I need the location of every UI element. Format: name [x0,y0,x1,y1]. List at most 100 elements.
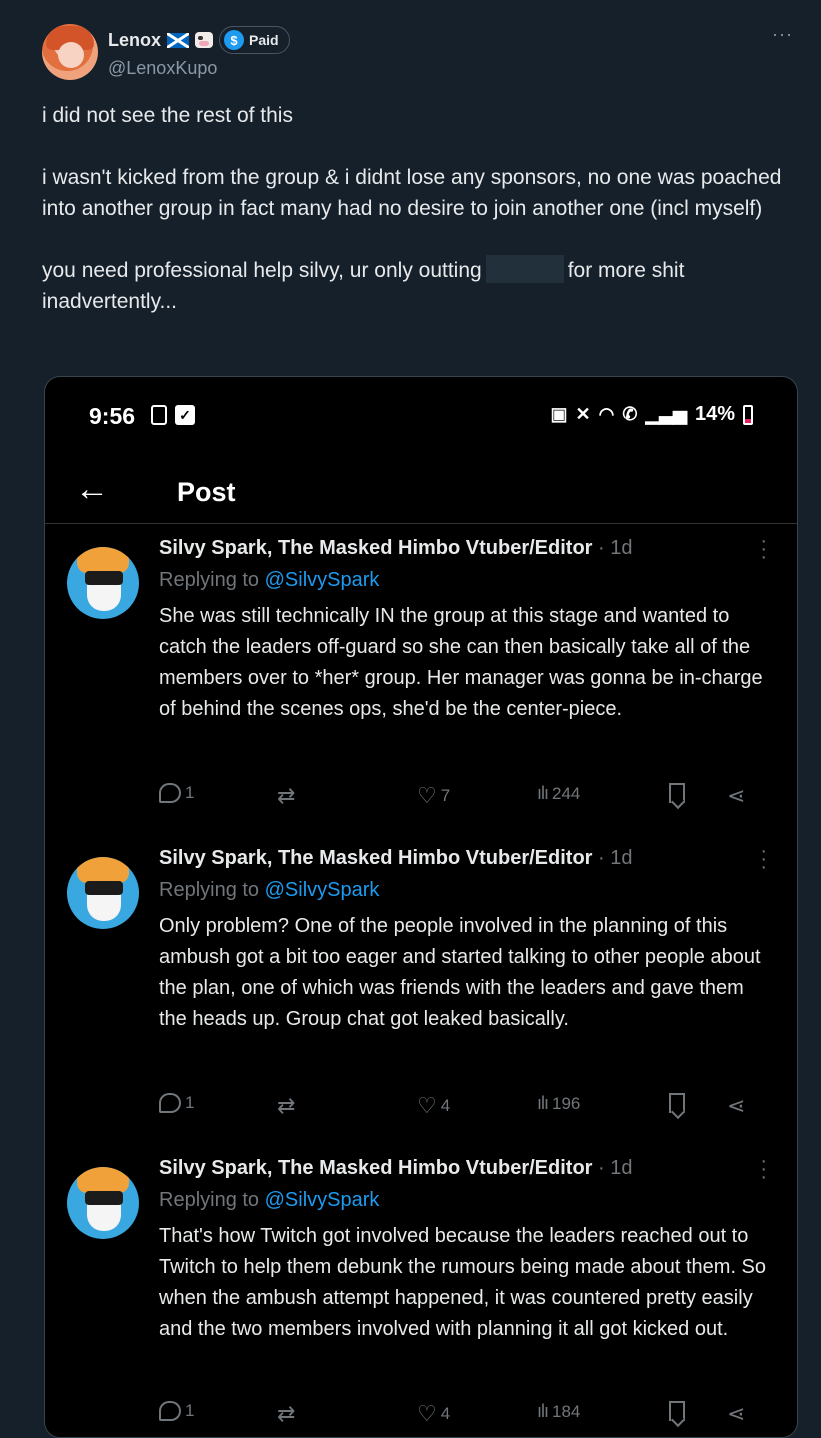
retweet-button[interactable]: ⇄ [277,783,295,809]
share-icon: ⋖ [727,1093,746,1118]
reply-author-row: Silvy Spark, The Masked Himbo Vtuber/Edi… [159,537,632,560]
phone-status-bar: 9:56 ✓ ▣ ✕ ◠ ✆ ▁▃▅ 14% [45,397,797,437]
status-time: 9:56 [89,403,136,429]
more-vertical-icon[interactable]: · · · [760,531,767,567]
wifi-icon: ◠ [598,404,615,424]
reply-time: · 1d [598,537,633,559]
reply-tweet[interactable]: Silvy Spark, The Masked Himbo Vtuber/Edi… [45,1151,797,1437]
share-button[interactable]: ⋖ [727,1401,745,1427]
reply-author-row: Silvy Spark, The Masked Himbo Vtuber/Edi… [159,847,632,870]
reply-avatar[interactable] [67,1167,139,1239]
reply-author[interactable]: Silvy Spark, The Masked Himbo Vtuber/Edi… [159,537,592,559]
bookmark-button[interactable] [669,783,685,803]
reply-time: · 1d [598,1157,633,1179]
like-button[interactable]: ♡ 4 [417,1401,450,1427]
like-button[interactable]: ♡ 4 [417,1093,450,1119]
like-button[interactable]: ♡ 7 [417,783,450,809]
more-icon[interactable]: ··· [772,24,793,45]
share-button[interactable]: ⋖ [727,783,745,809]
reply-button[interactable]: 1 [159,783,194,803]
paid-badge[interactable]: $ Paid [219,26,290,54]
share-button[interactable]: ⋖ [727,1093,745,1119]
heart-icon: ♡ [417,1093,437,1118]
page-title: Post [177,477,236,507]
tweet-paragraph: i wasn't kicked from the group & i didnt… [42,166,788,220]
outer-tweet: Lenox $ Paid @LenoxKupo ··· i did not se… [0,0,821,1438]
avatar-hair [77,857,129,883]
lock-icon: ▣ [550,404,568,424]
reply-time: · 1d [598,847,633,869]
view-count: 184 [552,1401,581,1421]
bookmark-button[interactable] [669,1401,685,1421]
reply-avatar[interactable] [67,857,139,929]
reply-author-row: Silvy Spark, The Masked Himbo Vtuber/Edi… [159,1157,632,1180]
tweet-paragraph: i did not see the rest of this [42,104,293,127]
reply-button[interactable]: 1 [159,1093,194,1113]
avatar[interactable] [42,24,98,80]
reply-tweet[interactable]: Silvy Spark, The Masked Himbo Vtuber/Edi… [45,531,797,837]
views-button[interactable]: ılı 184 [537,1401,580,1422]
reply-tweet[interactable]: Silvy Spark, The Masked Himbo Vtuber/Edi… [45,841,797,1147]
author-row: Lenox $ Paid [108,26,290,54]
redaction-box [485,255,564,283]
retweet-button[interactable]: ⇄ [277,1093,295,1119]
more-vertical-icon[interactable]: · · · [760,1151,767,1187]
views-icon: ılı [537,1401,549,1421]
replying-prefix: Replying to [159,569,265,591]
mention-link[interactable]: @SilvySpark [265,1189,380,1211]
replying-prefix: Replying to [159,879,265,901]
avatar-face [58,42,84,68]
back-arrow-icon[interactable]: ← [75,469,109,509]
heart-icon: ♡ [417,1401,437,1426]
replying-to: Replying to @SilvySpark [159,1189,379,1212]
heart-icon: ♡ [417,783,437,808]
more-vertical-icon[interactable]: · · · [760,841,767,877]
retweet-icon: ⇄ [277,783,296,808]
call-icon: ✆ [622,404,638,424]
avatar-face [87,581,121,611]
retweet-button[interactable]: ⇄ [277,1401,295,1427]
cow-icon [195,32,214,48]
reply-icon [159,1093,181,1113]
reply-count: 1 [185,1401,195,1420]
bookmark-icon [669,1093,685,1113]
action-bar: 1 ⇄ ♡ 4 ılı 196 ⋖ [159,1093,759,1123]
view-count: 196 [552,1093,581,1113]
mention-link[interactable]: @SilvySpark [265,569,380,591]
avatar-mask [85,881,123,895]
share-icon: ⋖ [727,783,746,808]
view-count: 244 [552,783,581,803]
mute-icon: ✕ [575,404,591,424]
bookmark-icon [669,1401,685,1421]
reply-body: Only problem? One of the people involved… [159,915,761,1030]
reply-avatar[interactable] [67,547,139,619]
signal-icon: ▁▃▅ [645,404,687,424]
handle[interactable]: @LenoxKupo [108,58,217,79]
reply-body: That's how Twitch got involved because t… [159,1225,767,1340]
mention-link[interactable]: @SilvySpark [265,879,380,901]
paragraph-start: you need professional help silvy, ur onl… [42,259,482,282]
bookmark-icon [669,783,685,803]
views-icon: ılı [537,1093,549,1113]
like-count: 4 [440,1404,451,1423]
status-left-icons: ✓ [151,405,195,425]
notification-icon [151,405,167,425]
views-icon: ılı [537,783,549,803]
reply-button[interactable]: 1 [159,1401,194,1421]
display-name[interactable]: Lenox [108,30,161,51]
embedded-screenshot[interactable]: 9:56 ✓ ▣ ✕ ◠ ✆ ▁▃▅ 14% ← Post Silvy Spar… [44,376,798,1438]
battery-percent: 14% [694,403,735,425]
retweet-icon: ⇄ [277,1401,296,1426]
like-count: 4 [440,1096,451,1115]
views-button[interactable]: ılı 244 [537,783,580,804]
avatar-mask [85,1191,123,1205]
paid-label: Paid [249,32,279,48]
tweet-text: i did not see the rest of this i wasn't … [42,100,782,348]
views-button[interactable]: ılı 196 [537,1093,580,1114]
reply-author[interactable]: Silvy Spark, The Masked Himbo Vtuber/Edi… [159,1157,592,1179]
reply-count: 1 [185,1093,195,1112]
bookmark-button[interactable] [669,1093,685,1113]
reply-icon [159,1401,181,1421]
reply-author[interactable]: Silvy Spark, The Masked Himbo Vtuber/Edi… [159,847,592,869]
retweet-icon: ⇄ [277,1093,296,1118]
